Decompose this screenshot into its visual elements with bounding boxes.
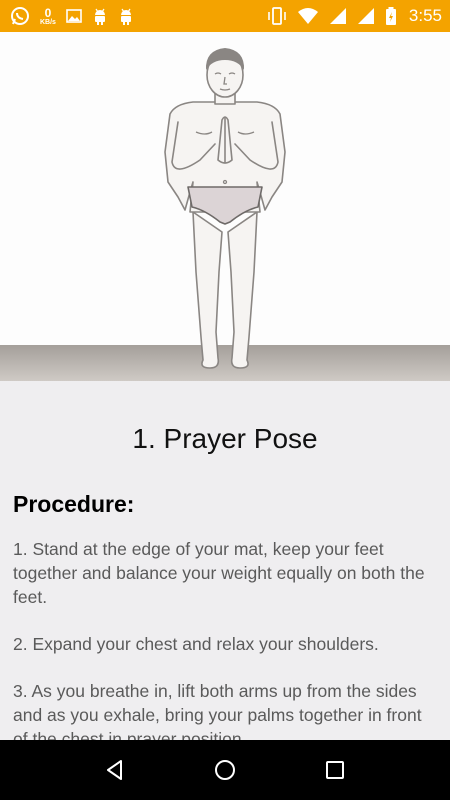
back-button[interactable] — [95, 750, 135, 790]
network-speed-unit: KB/s — [40, 18, 56, 26]
network-speed: 0 KB/s — [40, 7, 56, 26]
android-icon — [118, 6, 134, 26]
status-time: 3:55 — [408, 6, 442, 25]
home-button[interactable] — [205, 750, 245, 790]
recents-icon — [326, 761, 344, 779]
whatsapp-icon — [10, 6, 30, 26]
android-icon — [92, 6, 108, 26]
gallery-icon — [66, 6, 82, 26]
signal-icon — [329, 6, 347, 26]
pose-illustration — [0, 32, 450, 381]
procedure-steps: 1. Stand at the edge of your mat, keep y… — [13, 537, 433, 740]
pose-content: 1. Prayer Pose Procedure: 1. Stand at th… — [0, 381, 450, 740]
navigation-bar — [0, 740, 450, 800]
pose-title: 1. Prayer Pose — [132, 423, 318, 454]
wifi-icon — [297, 6, 319, 26]
prayer-pose-figure — [164, 48, 286, 369]
home-icon — [215, 760, 235, 780]
procedure-step: 3. As you breathe in, lift both arms up … — [13, 681, 422, 740]
signal-icon — [357, 6, 375, 26]
back-icon — [107, 760, 122, 780]
network-speed-value: 0 — [44, 5, 52, 20]
procedure-step: 1. Stand at the edge of your mat, keep y… — [13, 539, 425, 607]
procedure-step: 2. Expand your chest and relax your shou… — [13, 634, 379, 654]
status-bar: 0 KB/s 3:55 — [0, 0, 450, 32]
procedure-heading: Procedure: — [13, 491, 135, 517]
recents-button[interactable] — [315, 750, 355, 790]
vibrate-icon — [267, 6, 287, 26]
battery-icon — [385, 6, 397, 26]
